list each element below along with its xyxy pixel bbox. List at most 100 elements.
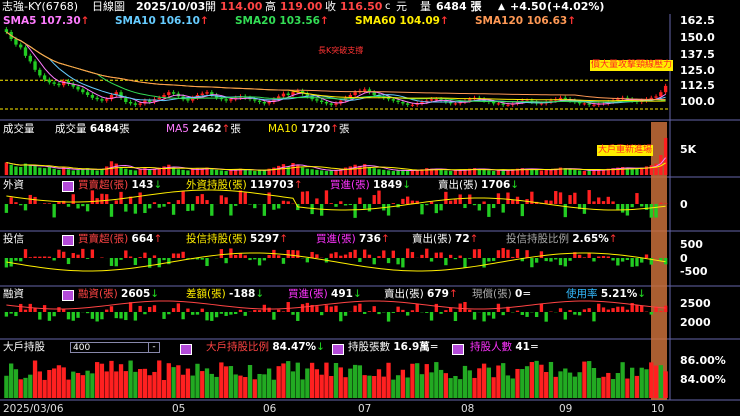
- margin-bar: [133, 312, 138, 321]
- holder-bar: [314, 369, 320, 398]
- margin-bar: [520, 312, 524, 315]
- margin-bar: [71, 312, 75, 321]
- foreign-bar: [329, 203, 333, 204]
- volume-bar: [305, 168, 310, 175]
- candle-body: [401, 102, 405, 104]
- trust-bar: [391, 250, 395, 258]
- foreign-bar: [405, 196, 410, 204]
- margin-indicator-icon: [62, 290, 74, 301]
- foreign-bar: [620, 204, 625, 213]
- volume-bar: [124, 168, 128, 175]
- candle-body: [468, 99, 472, 101]
- trust-bar: [176, 253, 181, 258]
- trust-bar: [353, 249, 357, 258]
- foreign-bar: [81, 204, 85, 207]
- holder-bar: [333, 363, 339, 398]
- margin-bar: [181, 312, 185, 320]
- foreign-bar: [176, 200, 181, 204]
- holder-bar: [539, 364, 544, 398]
- candle-body: [28, 55, 32, 62]
- volume-bar: [186, 170, 190, 175]
- holder-threshold-stepper[interactable]: 400 -: [70, 342, 160, 353]
- foreign-bar: [477, 204, 481, 211]
- margin-bar: [391, 312, 395, 313]
- margin-bar: [90, 312, 95, 319]
- x-label-6: 10: [651, 403, 665, 415]
- trust-bar: [267, 255, 271, 258]
- volume-bar: [90, 169, 95, 175]
- foreign-bar: [14, 202, 18, 204]
- candle-body: [496, 103, 501, 105]
- volume-bar: [219, 170, 224, 175]
- foreign-panel-title: 外資: [3, 179, 24, 191]
- trust-bar: [549, 258, 553, 262]
- margin-bar: [582, 309, 587, 312]
- volume-bar: [601, 169, 606, 175]
- volume-bar: [539, 170, 544, 175]
- trust-bar: [257, 258, 262, 266]
- trust-bar: [253, 258, 257, 260]
- candle-body: [405, 103, 410, 105]
- margin-bar: [272, 312, 276, 320]
- holder-bar: [591, 368, 597, 398]
- volume-bar: [167, 164, 171, 175]
- volume-bar: [66, 169, 71, 175]
- margin-bar: [539, 303, 544, 312]
- holder-bar: [372, 375, 377, 398]
- holder-indicator-icon: [180, 344, 192, 355]
- holder-bar: [71, 371, 76, 398]
- holder-bar: [109, 360, 114, 398]
- margin-bar: [100, 312, 104, 320]
- candle-body: [453, 103, 458, 105]
- holder-bar: [295, 362, 300, 398]
- margin-bar: [319, 312, 324, 316]
- volume-bar: [315, 169, 319, 175]
- foreign-bar: [453, 199, 458, 204]
- trust-bar: [506, 249, 510, 258]
- holder-bar: [90, 373, 95, 398]
- foreign-bar: [234, 204, 238, 206]
- trust-bar: [224, 258, 228, 264]
- holder-ratio-legend: 大戶持股比例 84.47%↓: [206, 341, 325, 353]
- margin-use-legend: 使用率 5.21%↓: [566, 288, 647, 300]
- trust-bar: [511, 256, 515, 258]
- candle-body: [33, 61, 37, 70]
- holder-bar: [663, 371, 668, 398]
- holder-bar: [281, 363, 286, 398]
- margin-bar: [62, 309, 66, 312]
- trust-bar: [582, 257, 587, 258]
- holder-threshold-value[interactable]: 400: [73, 343, 90, 353]
- margin-bar: [95, 312, 99, 322]
- candle-body: [105, 99, 109, 101]
- margin-bar: [267, 307, 271, 312]
- holder-bar: [491, 377, 496, 398]
- candle-body: [491, 102, 496, 104]
- trust-bar: [601, 256, 606, 258]
- margin-bar: [401, 309, 405, 312]
- trust-bar: [66, 258, 71, 265]
- volume-bar: [410, 170, 415, 175]
- margin-bar: [620, 306, 625, 312]
- holder-bar: [305, 368, 310, 398]
- holder-bar: [137, 369, 143, 398]
- margin-bar: [444, 310, 448, 312]
- holder-bar: [362, 375, 367, 398]
- volume-bar: [210, 169, 214, 175]
- holder-bar: [238, 375, 243, 398]
- candle-body: [315, 99, 319, 101]
- sma60-line: [6, 31, 666, 102]
- foreign-bar: [472, 204, 477, 206]
- stepper-minus-button[interactable]: -: [148, 342, 159, 353]
- holder-panel-title: 大戶持股: [3, 341, 45, 353]
- margin-bar: [362, 312, 367, 314]
- trust-bar: [477, 249, 481, 258]
- margin-bar: [425, 312, 429, 313]
- volume-bar: [281, 164, 286, 175]
- annotation-breakout: 長K突破支撐: [318, 46, 364, 55]
- trust-bar: [434, 252, 438, 258]
- candle-body: [76, 86, 80, 90]
- trust-bar: [248, 258, 252, 261]
- margin-bar: [57, 307, 61, 312]
- foreign-bar: [33, 196, 37, 204]
- margin-bar: [468, 309, 472, 312]
